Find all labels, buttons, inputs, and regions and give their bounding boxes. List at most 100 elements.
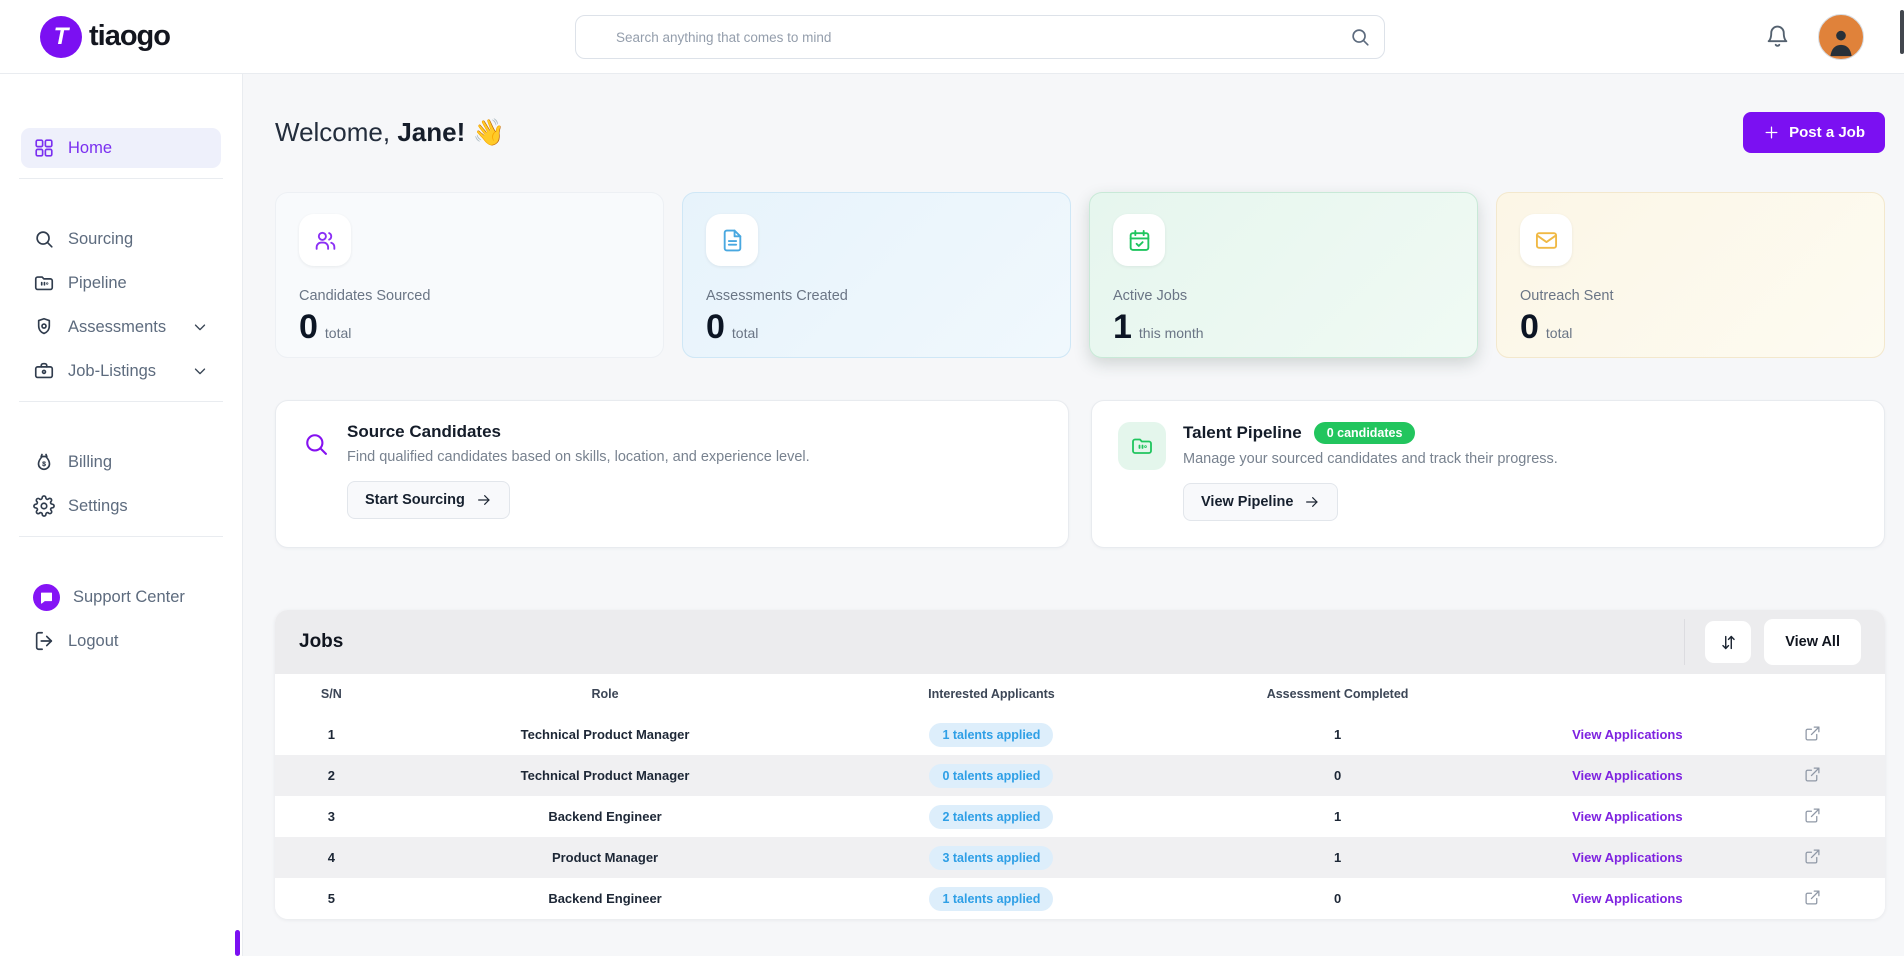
jobs-title: Jobs: [299, 631, 343, 653]
jobs-section: Jobs View All S/NRoleInterested Applican…: [275, 610, 1885, 919]
sort-button[interactable]: [1705, 621, 1751, 663]
stat-card-active-jobs[interactable]: Active Jobs 1 this month: [1089, 192, 1478, 358]
page-scrollbar-thumb[interactable]: [1900, 10, 1904, 54]
sort-icon: [1719, 633, 1738, 652]
arrow-right-icon: [476, 492, 492, 508]
welcome-username: Jane!: [397, 117, 465, 147]
cell-assessment-completed: 1: [1160, 727, 1514, 742]
cell-applicants: 1 talents applied: [822, 723, 1160, 747]
welcome-prefix: Welcome,: [275, 117, 397, 147]
cell-applicants: 1 talents applied: [822, 887, 1160, 911]
table-row: 5 Backend Engineer 1 talents applied 0 V…: [275, 878, 1885, 919]
view-applications-link[interactable]: View Applications: [1572, 809, 1683, 824]
source-candidates-content: Source Candidates Find qualified candida…: [347, 422, 810, 526]
cell-applicants: 2 talents applied: [822, 805, 1160, 829]
external-link-icon[interactable]: [1804, 807, 1821, 824]
stat-card-assessments-created[interactable]: Assessments Created 0 total: [682, 192, 1071, 358]
cell-sn: 3: [275, 809, 388, 824]
stats-row: Candidates Sourced 0 total Assessments C…: [275, 192, 1885, 358]
stat-card-value: 0: [299, 310, 318, 344]
sidebar-item-billing[interactable]: $ Billing: [21, 442, 221, 482]
search-icon: [302, 430, 330, 458]
cell-external: [1740, 725, 1885, 745]
sidebar-item-support-center[interactable]: Support Center: [21, 577, 221, 617]
view-applications-link[interactable]: View Applications: [1572, 768, 1683, 783]
app-logo[interactable]: T tiaogo: [40, 16, 170, 58]
cell-assessment-completed: 1: [1160, 809, 1514, 824]
post-a-job-button[interactable]: Post a Job: [1743, 112, 1885, 153]
plus-icon: [1763, 124, 1780, 141]
stat-card-value-row: 0 total: [1520, 310, 1861, 344]
start-sourcing-label: Start Sourcing: [365, 492, 465, 508]
column-header-interested-applicants: Interested Applicants: [822, 687, 1160, 701]
external-link-icon[interactable]: [1804, 725, 1821, 742]
sidebar-item-assessments[interactable]: Assessments: [21, 307, 221, 347]
stat-card-candidates-sourced[interactable]: Candidates Sourced 0 total: [275, 192, 664, 358]
cell-sn: 4: [275, 850, 388, 865]
source-candidates-title: Source Candidates: [347, 422, 501, 442]
sidebar-item-settings[interactable]: Settings: [21, 486, 221, 526]
source-candidates-card: Source Candidates Find qualified candida…: [275, 400, 1069, 548]
stat-card-value-row: 0 total: [299, 310, 640, 344]
sidebar-item-label: Sourcing: [68, 230, 133, 249]
talent-pipeline-description: Manage your sourced candidates and track…: [1183, 451, 1558, 467]
candidates-count-badge: 0 candidates: [1314, 422, 1416, 444]
cell-action: View Applications: [1515, 727, 1740, 742]
stat-card-label: Assessments Created: [706, 288, 1047, 304]
sidebar-item-pipeline[interactable]: Pipeline: [21, 263, 221, 303]
sidebar-item-label: Billing: [68, 453, 112, 472]
sidebar-item-home[interactable]: Home: [21, 128, 221, 168]
search-icon[interactable]: [1349, 26, 1371, 48]
external-link-icon[interactable]: [1804, 848, 1821, 865]
user-avatar[interactable]: [1818, 14, 1864, 60]
external-link-icon[interactable]: [1804, 766, 1821, 783]
search-input[interactable]: [575, 15, 1385, 59]
welcome-row: Welcome, Jane! 👋 Post a Job: [275, 112, 1885, 153]
sidebar-item-label: Support Center: [73, 588, 185, 607]
view-applications-link[interactable]: View Applications: [1572, 727, 1683, 742]
sidebar-item-label: Pipeline: [68, 274, 127, 293]
sidebar-item-label: Settings: [68, 497, 128, 516]
sidebar-item-label: Job-Listings: [68, 362, 156, 381]
grid-icon: [33, 137, 55, 159]
moneybag-icon: $: [33, 451, 55, 473]
view-applications-link[interactable]: View Applications: [1572, 891, 1683, 906]
jobs-table-body: 1 Technical Product Manager 1 talents ap…: [275, 714, 1885, 919]
view-pipeline-button[interactable]: View Pipeline: [1183, 483, 1338, 521]
sidebar-item-job-listings[interactable]: Job-Listings: [21, 351, 221, 391]
mail-icon: [1520, 214, 1572, 266]
start-sourcing-button[interactable]: Start Sourcing: [347, 481, 510, 519]
stat-card-label: Active Jobs: [1113, 288, 1454, 304]
table-row: 3 Backend Engineer 2 talents applied 1 V…: [275, 796, 1885, 837]
cell-role: Product Manager: [388, 850, 823, 865]
sidebar-item-sourcing[interactable]: Sourcing: [21, 219, 221, 259]
stat-card-value: 1: [1113, 310, 1132, 344]
stat-card-unit: total: [325, 325, 351, 341]
topbar-right: [1765, 14, 1864, 60]
post-a-job-label: Post a Job: [1789, 124, 1865, 141]
cell-action: View Applications: [1515, 809, 1740, 824]
wave-emoji: 👋: [473, 117, 505, 147]
stat-card-outreach-sent[interactable]: Outreach Sent 0 total: [1496, 192, 1885, 358]
talent-pipeline-content: Talent Pipeline 0 candidates Manage your…: [1183, 422, 1558, 526]
cell-assessment-completed: 0: [1160, 891, 1514, 906]
table-row: 2 Technical Product Manager 0 talents ap…: [275, 755, 1885, 796]
cell-action: View Applications: [1515, 891, 1740, 906]
sidebar-scrollbar-thumb[interactable]: [235, 930, 240, 956]
view-all-button[interactable]: View All: [1764, 619, 1861, 665]
cell-action: View Applications: [1515, 850, 1740, 865]
notifications-bell-icon[interactable]: [1765, 24, 1790, 49]
external-link-icon[interactable]: [1804, 889, 1821, 906]
applicants-badge: 1 talents applied: [929, 723, 1053, 747]
sidebar-item-label: Home: [68, 139, 112, 158]
stat-card-unit: this month: [1139, 325, 1204, 341]
view-applications-link[interactable]: View Applications: [1572, 850, 1683, 865]
sidebar-item-label: Logout: [68, 632, 118, 651]
cell-external: [1740, 807, 1885, 827]
jobs-table-header-row: S/NRoleInterested ApplicantsAssessment C…: [275, 674, 1885, 714]
calendar-icon: [1113, 214, 1165, 266]
sidebar-item-logout[interactable]: Logout: [21, 621, 221, 661]
logo-mark-icon: T: [40, 16, 82, 58]
folder-icon: [1118, 422, 1166, 470]
cell-sn: 1: [275, 727, 388, 742]
